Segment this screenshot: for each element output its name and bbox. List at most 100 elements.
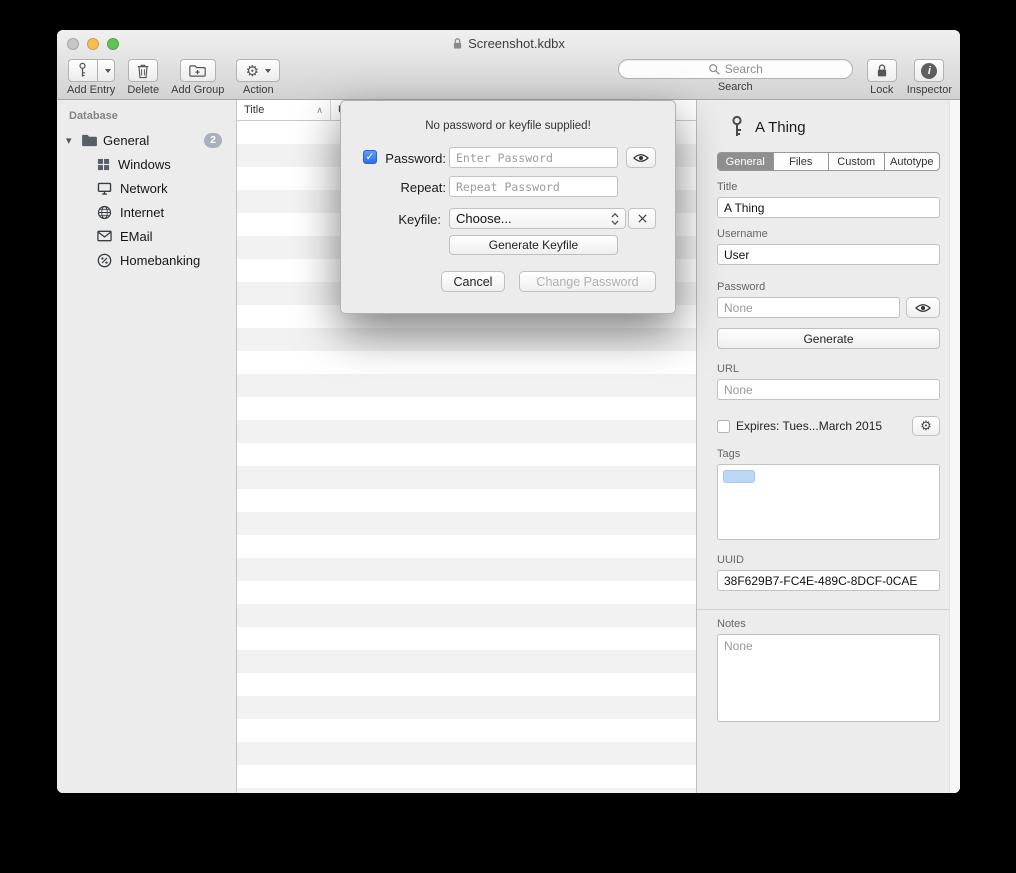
info-icon: i xyxy=(921,63,937,79)
section-divider xyxy=(697,609,960,610)
action-label: Action xyxy=(243,84,274,96)
folder-plus-icon xyxy=(189,64,206,78)
title-field[interactable] xyxy=(717,197,940,218)
sidebar-item-label: Internet xyxy=(120,205,164,220)
zoom-button[interactable] xyxy=(107,38,119,50)
password-label: Password xyxy=(717,281,940,293)
tab-general[interactable]: General xyxy=(718,153,774,170)
delete-label: Delete xyxy=(127,84,159,96)
notes-label: Notes xyxy=(717,618,940,630)
expires-settings-button[interactable]: ⚙ xyxy=(912,416,940,436)
folder-icon xyxy=(81,134,98,147)
close-button[interactable] xyxy=(67,38,79,50)
sidebar-item-network[interactable]: Network xyxy=(57,176,236,200)
url-field[interactable] xyxy=(717,379,940,400)
sidebar-item-general[interactable]: ▾ General 2 xyxy=(57,128,236,152)
url-label: URL xyxy=(717,363,940,375)
dialog-message: No password or keyfile supplied! xyxy=(341,120,675,132)
inspector-scrollbar[interactable] xyxy=(949,100,960,793)
sidebar-item-email[interactable]: EMail xyxy=(57,224,236,248)
entry-title: A Thing xyxy=(755,119,806,136)
sidebar: Database ▾ General 2 Windows Networ xyxy=(57,100,237,793)
reveal-password-button[interactable] xyxy=(626,147,656,168)
gear-icon: ⚙ xyxy=(246,62,259,80)
expires-label: Expires: Tues...March 2015 xyxy=(736,419,882,433)
chevron-down-icon xyxy=(105,69,111,73)
envelope-icon xyxy=(97,230,112,242)
add-entry-label: Add Entry xyxy=(67,84,115,96)
add-group-button[interactable] xyxy=(180,59,216,82)
minimize-button[interactable] xyxy=(87,38,99,50)
sidebar-header: Database xyxy=(57,108,236,128)
toolbar: Add Entry Delete Add Group xyxy=(57,57,960,100)
disclosure-triangle-icon[interactable]: ▾ xyxy=(66,134,76,147)
search-input[interactable]: Search xyxy=(618,59,853,79)
action-button[interactable]: ⚙ xyxy=(236,59,280,82)
sidebar-item-label: Network xyxy=(120,181,168,196)
inspector-panel: A Thing General Files Custom Autotype Ti… xyxy=(696,100,960,793)
delete-button[interactable] xyxy=(128,59,158,82)
inspector-label: Inspector xyxy=(907,84,952,96)
repeat-input[interactable] xyxy=(449,176,618,197)
entry-header: A Thing xyxy=(717,114,940,140)
chevron-down-icon xyxy=(265,69,271,73)
uuid-field[interactable] xyxy=(717,570,940,591)
tab-autotype[interactable]: Autotype xyxy=(885,153,940,170)
notes-field[interactable] xyxy=(717,634,940,722)
window-chrome: Screenshot.kdbx Add Entry xyxy=(57,30,960,100)
reveal-password-button[interactable] xyxy=(906,297,940,318)
clear-keyfile-button[interactable] xyxy=(628,208,656,229)
sidebar-item-internet[interactable]: Internet xyxy=(57,200,236,224)
sidebar-item-label: Windows xyxy=(118,157,171,172)
tag-chip[interactable] xyxy=(723,470,755,483)
cancel-button[interactable]: Cancel xyxy=(441,271,505,292)
window-title-text: Screenshot.kdbx xyxy=(468,36,565,51)
keyfile-value: Choose... xyxy=(456,211,512,226)
windows-icon xyxy=(97,158,110,171)
lock-label: Lock xyxy=(870,84,893,96)
password-field[interactable] xyxy=(717,297,900,318)
lock-group: Lock xyxy=(867,59,897,96)
keyfile-dropdown[interactable]: Choose... xyxy=(449,208,626,229)
search-icon xyxy=(708,63,720,75)
keyfile-label: Keyfile: xyxy=(341,212,441,227)
tags-box[interactable] xyxy=(717,464,940,540)
inspector-tabs: General Files Custom Autotype xyxy=(717,152,940,171)
expires-checkbox[interactable] xyxy=(717,420,730,433)
tab-custom[interactable]: Custom xyxy=(829,153,885,170)
generate-password-button[interactable]: Generate xyxy=(717,328,940,349)
add-entry-button[interactable] xyxy=(68,59,98,82)
computer-icon xyxy=(97,182,112,195)
change-password-dialog: No password or keyfile supplied! ✓ Passw… xyxy=(340,100,676,314)
titlebar[interactable]: Screenshot.kdbx xyxy=(57,30,960,57)
change-password-button[interactable]: Change Password xyxy=(519,271,656,292)
lock-icon xyxy=(876,63,888,78)
sidebar-item-label: Homebanking xyxy=(120,253,200,268)
sidebar-item-label: General xyxy=(103,133,149,148)
lock-button[interactable] xyxy=(867,59,897,82)
percent-coin-icon xyxy=(97,253,112,268)
search-group: Search Search xyxy=(618,59,853,93)
stepper-arrows-icon xyxy=(611,212,619,226)
sidebar-item-homebanking[interactable]: Homebanking xyxy=(57,248,236,272)
add-group-group: Add Group xyxy=(171,59,224,96)
sidebar-item-windows[interactable]: Windows xyxy=(57,152,236,176)
title-label: Title xyxy=(717,181,940,193)
uuid-label: UUID xyxy=(717,554,940,566)
password-input[interactable] xyxy=(449,147,618,168)
tab-files[interactable]: Files xyxy=(774,153,830,170)
close-icon xyxy=(637,213,648,224)
tags-label: Tags xyxy=(717,448,940,460)
generate-keyfile-button[interactable]: Generate Keyfile xyxy=(449,235,618,255)
inspector-button[interactable]: i xyxy=(914,59,944,82)
username-label: Username xyxy=(717,228,940,240)
expires-row: Expires: Tues...March 2015 ⚙ xyxy=(717,416,940,436)
add-group-label: Add Group xyxy=(171,84,224,96)
add-entry-dropdown-button[interactable] xyxy=(98,59,115,82)
column-header-title[interactable]: Title ∧ xyxy=(237,100,331,120)
search-placeholder: Search xyxy=(725,62,763,76)
document-lock-icon xyxy=(452,37,463,50)
inspector-group: i Inspector xyxy=(907,59,952,96)
username-field[interactable] xyxy=(717,244,940,265)
search-label: Search xyxy=(718,81,753,93)
